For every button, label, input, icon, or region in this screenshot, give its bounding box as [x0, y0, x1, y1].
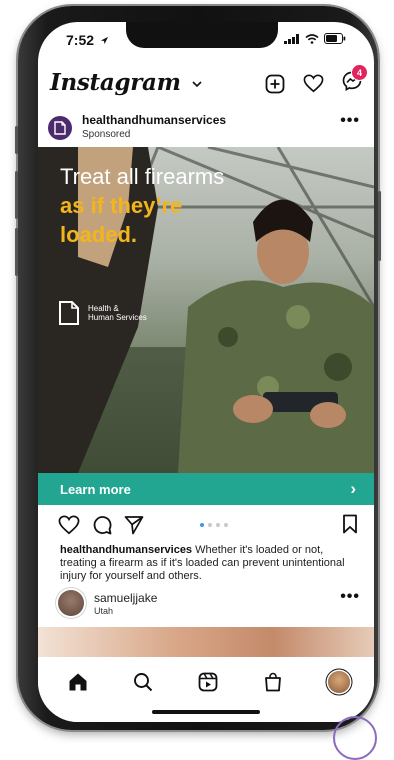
battery-icon — [324, 33, 346, 44]
volume-up-button — [15, 171, 18, 219]
headline-line-2: as if they’re — [60, 193, 183, 218]
post-actions — [58, 514, 358, 540]
next-post-location[interactable]: Utah — [94, 606, 113, 616]
shop-icon[interactable] — [263, 672, 283, 692]
learn-more-label: Learn more — [60, 481, 131, 497]
location-arrow-icon — [100, 36, 109, 45]
carousel-dot-4 — [224, 523, 228, 527]
next-post-avatar[interactable] — [58, 590, 84, 616]
advertiser-avatar[interactable] — [48, 116, 72, 140]
signal-icon — [284, 33, 299, 44]
hhs-logo-line-1: Health & — [88, 304, 119, 313]
chevron-right-icon: › — [350, 479, 356, 498]
status-time: 7:52 — [66, 32, 109, 48]
hhs-logo: Health & Human Services — [58, 300, 147, 326]
heart-icon[interactable] — [303, 74, 324, 93]
volume-down-button — [15, 228, 18, 276]
ad-headline: Treat all firearms as if they’re loaded. — [60, 162, 224, 249]
instagram-header: Instagram 4 — [50, 64, 368, 103]
nav-icons — [68, 671, 350, 693]
learn-more-button[interactable]: Learn more › — [38, 473, 374, 505]
advertiser-username[interactable]: healthandhumanservices — [82, 113, 226, 127]
phone-screen: 7:52 Instagram 4 healthandhumanservices … — [38, 22, 374, 722]
messenger-button[interactable]: 4 — [342, 64, 368, 96]
touch-indicator — [333, 716, 377, 760]
search-icon[interactable] — [133, 672, 153, 692]
new-post-icon[interactable] — [265, 74, 285, 94]
save-icon[interactable] — [342, 514, 358, 534]
sponsored-label: Sponsored — [82, 129, 131, 140]
carousel-dot-3 — [216, 523, 220, 527]
next-post-image[interactable] — [38, 627, 374, 657]
reels-icon[interactable] — [198, 672, 218, 692]
like-icon[interactable] — [58, 515, 80, 535]
home-indicator — [152, 710, 260, 714]
chevron-down-icon — [192, 80, 202, 87]
headline-line-1: Treat all firearms — [60, 164, 225, 189]
next-post-more-icon[interactable]: ••• — [340, 588, 360, 606]
wifi-icon — [305, 33, 319, 44]
notification-badge: 4 — [351, 64, 368, 81]
post-header: healthandhumanservices Sponsored ••• — [38, 110, 374, 150]
headline-line-3: loaded. — [60, 222, 138, 247]
next-post-username[interactable]: samueljjake — [94, 591, 157, 605]
hhs-document-icon — [59, 301, 79, 325]
profile-tab[interactable] — [328, 671, 350, 693]
share-icon[interactable] — [124, 515, 144, 535]
power-button — [378, 191, 381, 261]
instagram-logo[interactable]: Instagram — [50, 69, 202, 96]
notch — [126, 22, 278, 48]
comment-icon[interactable] — [92, 515, 112, 535]
more-icon[interactable]: ••• — [340, 112, 360, 130]
carousel-dot-2 — [208, 523, 212, 527]
hhs-logo-icon — [54, 121, 66, 135]
post-caption: healthandhumanservices Whether it's load… — [60, 544, 360, 583]
home-icon[interactable] — [68, 672, 88, 692]
caption-username[interactable]: healthandhumanservices — [60, 544, 192, 556]
carousel-indicator — [200, 523, 228, 527]
carousel-dot-1 — [200, 523, 204, 527]
app-name: Instagram — [50, 69, 181, 96]
status-icons — [284, 33, 346, 44]
mute-switch — [15, 126, 18, 154]
next-post-header: samueljjake Utah ••• — [38, 588, 374, 624]
hhs-logo-line-2: Human Services — [88, 313, 147, 322]
header-actions: 4 — [265, 64, 368, 96]
